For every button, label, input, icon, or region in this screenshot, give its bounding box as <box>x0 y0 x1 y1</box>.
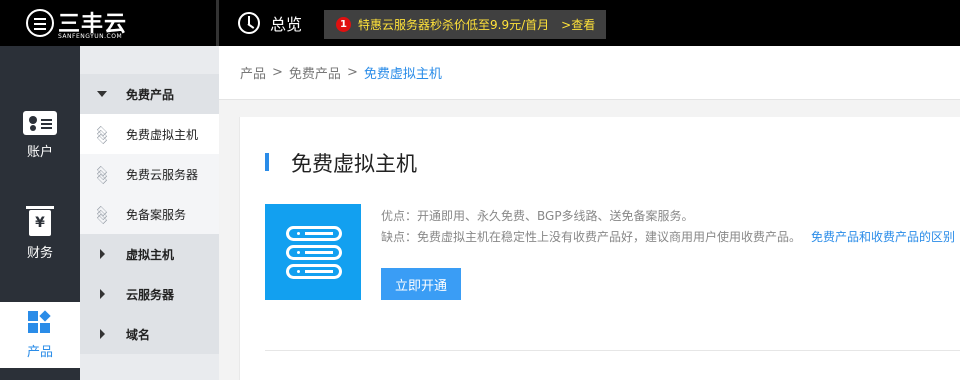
subnav-item-label: 免费虚拟主机 <box>126 127 199 142</box>
subnav-item-no-filing-service[interactable]: 免备案服务 <box>80 194 219 234</box>
activate-now-button[interactable]: 立即开通 <box>381 268 461 300</box>
product-blocks-icon <box>28 309 52 335</box>
caret-right-icon <box>100 329 105 339</box>
logo-mark-icon <box>26 9 54 37</box>
subnav-item-free-cloud-server[interactable]: 免费云服务器 <box>80 154 219 194</box>
product-cons-text: 缺点：免费虚拟主机在稳定性上没有收费产品好，建议商用用户使用收费产品。 <box>381 230 802 244</box>
account-card-icon <box>23 110 57 135</box>
title-accent-bar <box>265 153 269 171</box>
subnav-item-label: 免费云服务器 <box>126 167 199 182</box>
card-divider <box>265 350 960 351</box>
promo-badge: 1 <box>336 17 351 32</box>
caret-right-icon <box>100 289 105 299</box>
page-title: 免费虚拟主机 <box>291 152 417 176</box>
subnav-group-label: 域名 <box>126 327 151 342</box>
dashboard-clock-icon <box>238 12 260 34</box>
product-pros: 优点：开通即用、永久免费、BGP多线路、送免备案服务。 <box>381 209 694 223</box>
overview-label: 总览 <box>270 15 303 34</box>
promo-view-link[interactable]: >查看 <box>561 16 595 33</box>
promo-banner[interactable]: 1 特惠云服务器秒杀价低至9.9元/首月 >查看 <box>324 10 606 39</box>
layers-icon <box>94 165 110 185</box>
product-card: 免费虚拟主机 优点：开通即用、永久免费、BGP多线路、送免备案服务。 缺点：免费… <box>239 117 960 380</box>
subnav-item-label: 免备案服务 <box>126 207 187 222</box>
subnav-group-cloud-server[interactable]: 云服务器 <box>80 274 219 314</box>
sidebar-item-account[interactable]: 账户 <box>0 102 80 168</box>
sidebar-item-label: 财务 <box>26 245 53 261</box>
breadcrumb-separator: > <box>346 65 358 80</box>
main-sidebar: 账户 ¥ 财务 产品 <box>0 46 80 380</box>
server-stack-icon <box>265 204 361 300</box>
breadcrumb: 产品 > 免费产品 > 免费虚拟主机 <box>219 46 960 100</box>
subnav-group-free-products[interactable]: 免费产品 <box>80 74 219 114</box>
free-vs-paid-link[interactable]: 免费产品和收费产品的区别 <box>811 230 955 244</box>
promo-text: 特惠云服务器秒杀价低至9.9元/首月 <box>358 18 550 32</box>
layers-icon <box>94 125 110 145</box>
caret-right-icon <box>100 249 105 259</box>
yen-document-icon: ¥ <box>26 205 54 236</box>
overview-link[interactable]: 总览 <box>238 11 302 35</box>
sidebar-item-label: 产品 <box>26 344 53 360</box>
sidebar-item-label: 账户 <box>26 144 53 160</box>
breadcrumb-item[interactable]: 产品 <box>240 63 266 82</box>
sidebar-item-finance[interactable]: ¥ 财务 <box>0 202 80 268</box>
topbar-divider <box>216 0 219 46</box>
breadcrumb-current: 免费虚拟主机 <box>363 67 442 82</box>
subnav-group-vhost[interactable]: 虚拟主机 <box>80 234 219 274</box>
brand-domain: SANFENGYUN.COM <box>58 33 123 40</box>
subnav-group-domain[interactable]: 域名 <box>80 314 219 354</box>
subnav-group-label: 云服务器 <box>126 287 175 302</box>
top-bar: 三丰云 SANFENGYUN.COM 总览 1 特惠云服务器秒杀价低至9.9元/… <box>0 0 960 46</box>
caret-down-icon <box>97 91 107 97</box>
breadcrumb-separator: > <box>272 65 283 80</box>
subnav-group-label: 免费产品 <box>126 87 175 102</box>
product-subnav: 免费产品 免费虚拟主机 免费云服务器 免备案服务 虚拟主机 云服务器 域名 <box>80 46 219 380</box>
subnav-item-free-vhost[interactable]: 免费虚拟主机 <box>80 114 219 154</box>
sidebar-item-product[interactable]: 产品 <box>0 302 80 368</box>
layers-icon <box>94 205 110 225</box>
brand-logo[interactable]: 三丰云 SANFENGYUN.COM <box>0 0 216 46</box>
subnav-group-label: 虚拟主机 <box>126 247 175 262</box>
breadcrumb-item[interactable]: 免费产品 <box>289 63 341 82</box>
product-cons: 缺点：免费虚拟主机在稳定性上没有收费产品好，建议商用用户使用收费产品。 免费产品和… <box>381 228 955 245</box>
